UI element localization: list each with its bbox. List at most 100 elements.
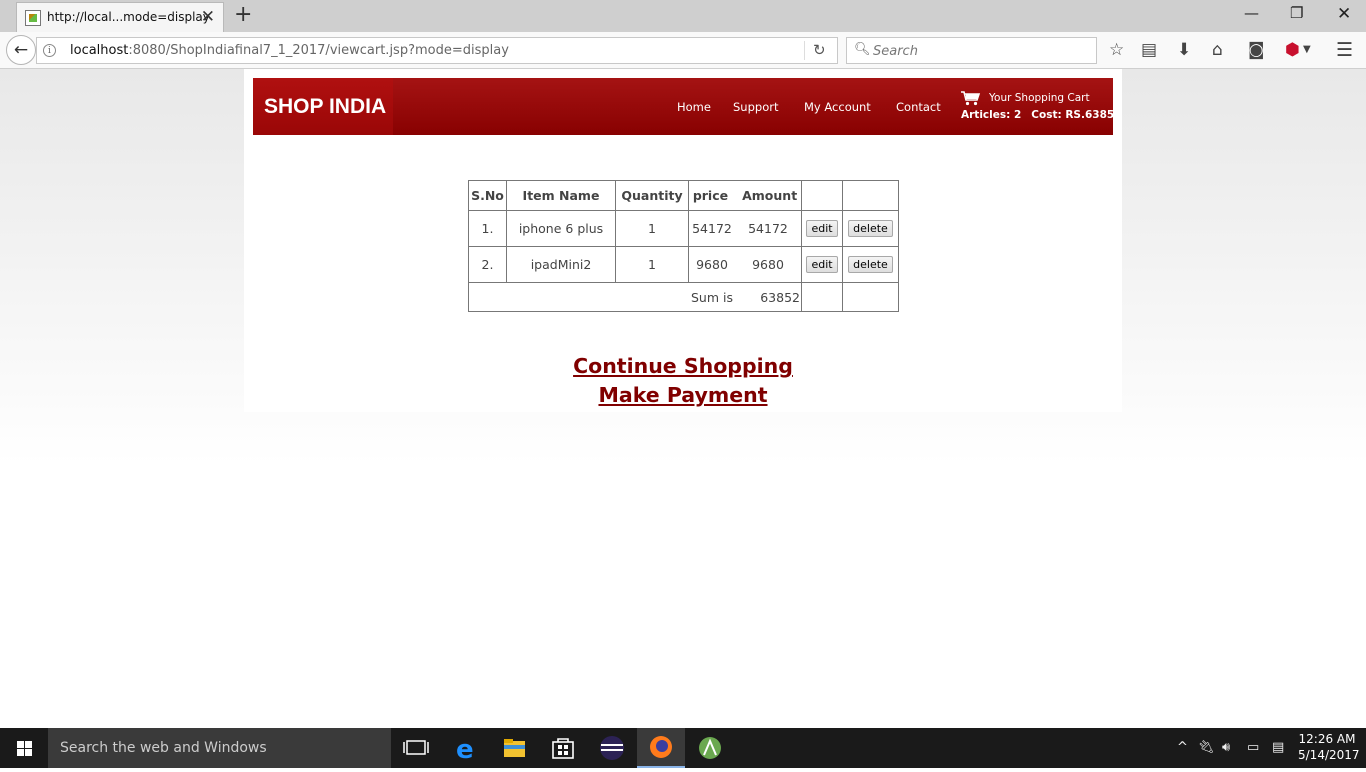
store-app[interactable] bbox=[539, 728, 587, 768]
clock-time: 12:26 AM bbox=[1298, 732, 1356, 746]
row-edit-cell: edit bbox=[801, 210, 843, 247]
start-button[interactable] bbox=[0, 728, 48, 768]
adblock-icon[interactable]: ⬢ bbox=[1285, 40, 1300, 60]
network-icon[interactable]: ▭ bbox=[1247, 740, 1259, 755]
search-icon: 🔍︎ bbox=[854, 42, 871, 57]
edit-button[interactable]: edit bbox=[806, 256, 838, 273]
row-price: 54172 bbox=[692, 221, 732, 236]
url-bar[interactable]: i localhost:8080/ShopIndiafinal7_1_2017/… bbox=[36, 37, 838, 64]
firefox-icon bbox=[650, 736, 672, 758]
back-arrow-icon[interactable]: ← bbox=[6, 35, 36, 65]
row-delete-cell: delete bbox=[842, 210, 899, 247]
nav-home[interactable]: Home bbox=[677, 100, 711, 114]
col-delete bbox=[842, 180, 899, 211]
col-price: price bbox=[692, 188, 729, 203]
search-placeholder: Search bbox=[873, 44, 918, 59]
page-favicon-icon bbox=[25, 10, 41, 26]
url-host: localhost bbox=[70, 43, 129, 58]
reload-icon[interactable]: ↻ bbox=[813, 41, 826, 59]
row-quantity: 1 bbox=[615, 246, 689, 283]
folder-icon bbox=[504, 739, 525, 757]
col-amount: Amount bbox=[742, 188, 798, 203]
site-logo[interactable]: SHOP INDIA bbox=[253, 78, 393, 135]
nav-my-account[interactable]: My Account bbox=[804, 100, 871, 114]
row-edit-cell: edit bbox=[801, 246, 843, 283]
new-tab-icon[interactable]: + bbox=[234, 2, 252, 27]
site-info-icon[interactable]: i bbox=[43, 44, 56, 57]
col-quantity: Quantity bbox=[615, 180, 689, 211]
row-price: 9680 bbox=[696, 257, 728, 272]
svg-text:e: e bbox=[456, 735, 474, 765]
sum-cell: Sum is 63852 bbox=[468, 282, 802, 312]
restore-icon[interactable]: ❐ bbox=[1290, 4, 1303, 22]
edit-button[interactable]: edit bbox=[806, 220, 838, 237]
nav-support[interactable]: Support bbox=[733, 100, 778, 114]
col-price-amount: price Amount bbox=[688, 180, 802, 211]
col-item-name: Item Name bbox=[506, 180, 616, 211]
browser-search-box[interactable]: 🔍︎ Search bbox=[846, 37, 1097, 64]
cart-summary: Articles: 2 Cost: RS.63852 bbox=[961, 109, 1132, 121]
taskbar-clock[interactable]: 12:26 AM 5/14/2017 bbox=[1298, 731, 1360, 763]
downloads-icon[interactable]: ⬇ bbox=[1177, 40, 1191, 60]
store-bag-icon bbox=[552, 738, 574, 759]
notifications-icon[interactable]: ▤ bbox=[1272, 740, 1284, 755]
url-text[interactable]: localhost:8080/ShopIndiafinal7_1_2017/vi… bbox=[70, 43, 509, 58]
chevron-down-icon[interactable]: ▼ bbox=[1303, 40, 1311, 60]
sum-empty-cell bbox=[842, 282, 899, 312]
task-view-button[interactable] bbox=[392, 728, 440, 768]
row-quantity: 1 bbox=[615, 210, 689, 247]
row-delete-cell: delete bbox=[842, 246, 899, 283]
pocket-icon[interactable]: ◙ bbox=[1248, 40, 1265, 60]
nav-contact[interactable]: Contact bbox=[896, 100, 941, 114]
bookmark-star-icon[interactable]: ☆ bbox=[1109, 40, 1124, 60]
file-explorer-app[interactable] bbox=[490, 728, 538, 768]
delete-button[interactable]: delete bbox=[848, 256, 893, 273]
cart-title[interactable]: Your Shopping Cart bbox=[989, 92, 1090, 104]
close-tab-icon[interactable]: ✕ bbox=[201, 7, 215, 27]
table-header-row: S.No Item Name Quantity price Amount bbox=[468, 180, 899, 211]
cart-links: Continue Shopping Make Payment bbox=[244, 352, 1122, 410]
row-amount: 9680 bbox=[752, 257, 784, 272]
row-amount: 54172 bbox=[748, 221, 788, 236]
col-sno: S.No bbox=[468, 180, 507, 211]
continue-shopping-link[interactable]: Continue Shopping bbox=[244, 352, 1122, 381]
row-sno: 1. bbox=[468, 210, 507, 247]
browser-tab[interactable]: http://local...mode=display ✕ bbox=[16, 2, 224, 32]
chevron-up-icon[interactable]: ^ bbox=[1177, 740, 1188, 755]
page-container: SHOP INDIA Home Support My Account Conta… bbox=[244, 69, 1122, 412]
windows-taskbar: Search the web and Windows e ^ 🔌︎ 🔊︎ ▭ ▤… bbox=[0, 728, 1366, 768]
taskbar-search-box[interactable]: Search the web and Windows bbox=[48, 728, 391, 768]
task-view-icon bbox=[403, 740, 429, 755]
sum-empty-cell bbox=[801, 282, 843, 312]
cart-articles: Articles: 2 bbox=[961, 109, 1022, 121]
row-item-name: ipadMini2 bbox=[506, 246, 616, 283]
browser-tab-strip: http://local...mode=display ✕ + — ❐ ✕ bbox=[0, 0, 1366, 32]
reading-list-icon[interactable]: ▤ bbox=[1141, 40, 1157, 60]
sum-row: Sum is 63852 bbox=[468, 282, 899, 312]
firefox-app[interactable] bbox=[637, 728, 685, 768]
browser-navbar: ← i localhost:8080/ShopIndiafinal7_1_201… bbox=[0, 32, 1366, 69]
minimize-icon[interactable]: — bbox=[1244, 4, 1259, 22]
eclipse-app[interactable] bbox=[588, 728, 636, 768]
make-payment-link[interactable]: Make Payment bbox=[244, 381, 1122, 410]
delete-button[interactable]: delete bbox=[848, 220, 893, 237]
sum-label: Sum is bbox=[691, 289, 733, 305]
windows-logo-icon bbox=[17, 741, 32, 756]
col-edit bbox=[801, 180, 843, 211]
cart-table: S.No Item Name Quantity price Amount 1. i… bbox=[468, 180, 899, 312]
volume-icon[interactable]: 🔊︎ bbox=[1222, 740, 1230, 755]
sum-value: 63852 bbox=[760, 289, 800, 305]
home-icon[interactable]: ⌂ bbox=[1212, 40, 1223, 60]
tab-title: http://local...mode=display bbox=[47, 10, 210, 24]
table-row: 1. iphone 6 plus 1 54172 54172 edit delet… bbox=[468, 210, 899, 247]
edge-browser-icon: e bbox=[456, 735, 474, 765]
close-window-icon[interactable]: ✕ bbox=[1337, 4, 1351, 24]
edge-app[interactable]: e bbox=[442, 728, 490, 768]
cart-cost: Cost: RS.63852 bbox=[1031, 109, 1122, 121]
row-price-amount: 54172 54172 bbox=[688, 210, 802, 247]
eclipse-icon bbox=[600, 736, 624, 760]
shopping-cart-icon[interactable] bbox=[961, 91, 981, 106]
menu-hamburger-icon[interactable]: ☰ bbox=[1336, 40, 1353, 60]
android-studio-app[interactable] bbox=[686, 728, 734, 768]
power-plug-icon[interactable]: 🔌︎ bbox=[1198, 740, 1215, 755]
